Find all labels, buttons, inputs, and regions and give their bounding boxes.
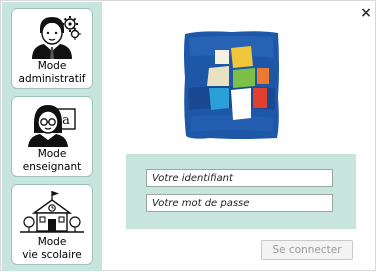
password-input[interactable] — [146, 194, 333, 212]
teacher-board-icon: a — [28, 105, 76, 147]
login-panel — [126, 154, 356, 229]
mode-vie-scolaire-label: Mode vie scolaire — [22, 236, 82, 261]
mode-enseignant-button[interactable]: a Mode enseignant — [11, 96, 93, 177]
mode-administratif-label: Mode administratif — [18, 60, 86, 85]
app-logo — [184, 31, 279, 140]
close-icon[interactable]: × — [359, 6, 373, 20]
mode-vie-scolaire-button[interactable]: Mode vie scolaire — [11, 184, 93, 265]
svg-text:a: a — [62, 113, 70, 128]
school-building-icon — [20, 191, 84, 233]
mode-enseignant-label: Mode enseignant — [22, 148, 82, 173]
identifier-input[interactable] — [146, 169, 333, 187]
admin-person-gears-icon — [32, 16, 81, 59]
mode-administratif-button[interactable]: Mode administratif — [11, 8, 93, 89]
connect-button[interactable]: Se connecter — [261, 240, 353, 260]
mode-sidebar: Mode administratif a Mode enseignant Mod… — [2, 2, 102, 271]
login-window: Mode administratif a Mode enseignant Mod… — [0, 0, 376, 271]
